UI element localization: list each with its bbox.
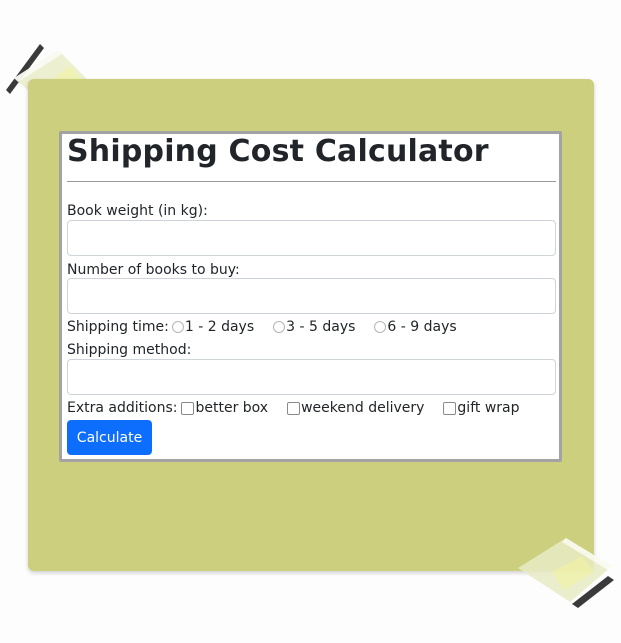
calculate-button[interactable]: Calculate xyxy=(67,420,152,455)
shipping-time-row: Shipping time: 1 - 2 days 3 - 5 days 6 -… xyxy=(67,318,476,336)
extras-option-label: weekend delivery xyxy=(301,400,425,416)
shipping-method-input[interactable] xyxy=(67,359,556,395)
extras-option-3[interactable]: gift wrap xyxy=(443,399,520,417)
count-input[interactable] xyxy=(67,278,556,314)
shipping-time-label: Shipping time: xyxy=(67,319,169,335)
radio-button[interactable] xyxy=(374,321,387,333)
radio-button[interactable] xyxy=(171,321,184,333)
extras-option-1[interactable]: better box xyxy=(181,399,268,417)
checkbox[interactable] xyxy=(287,401,301,415)
shipping-time-option-1[interactable]: 1 - 2 days xyxy=(171,318,255,336)
count-label: Number of books to buy: xyxy=(67,262,240,278)
shipping-time-option-3[interactable]: 6 - 9 days xyxy=(374,318,457,336)
radio-button[interactable] xyxy=(273,321,286,333)
shipping-method-label: Shipping method: xyxy=(67,342,192,358)
extras-row: Extra additions: better box weekend deli… xyxy=(67,399,539,417)
extras-label: Extra additions: xyxy=(67,400,178,416)
title-divider xyxy=(67,181,556,182)
shipping-time-option-2[interactable]: 3 - 5 days xyxy=(273,318,355,336)
extras-option-2[interactable]: weekend delivery xyxy=(287,399,424,417)
weight-label: Book weight (in kg): xyxy=(67,203,208,219)
tape-bottom-right xyxy=(518,538,614,608)
page-title: Shipping Cost Calculator xyxy=(67,134,489,169)
shipping-time-option-label: 1 - 2 days xyxy=(184,319,255,335)
shipping-time-option-label: 6 - 9 days xyxy=(387,319,457,335)
checkbox[interactable] xyxy=(443,401,457,415)
extras-option-label: better box xyxy=(195,400,269,416)
calculator-card: Shipping Cost Calculator Book weight (in… xyxy=(59,131,562,462)
extras-option-label: gift wrap xyxy=(457,400,520,416)
shipping-time-option-label: 3 - 5 days xyxy=(286,319,356,335)
weight-input[interactable] xyxy=(67,220,556,256)
checkbox[interactable] xyxy=(181,401,195,415)
